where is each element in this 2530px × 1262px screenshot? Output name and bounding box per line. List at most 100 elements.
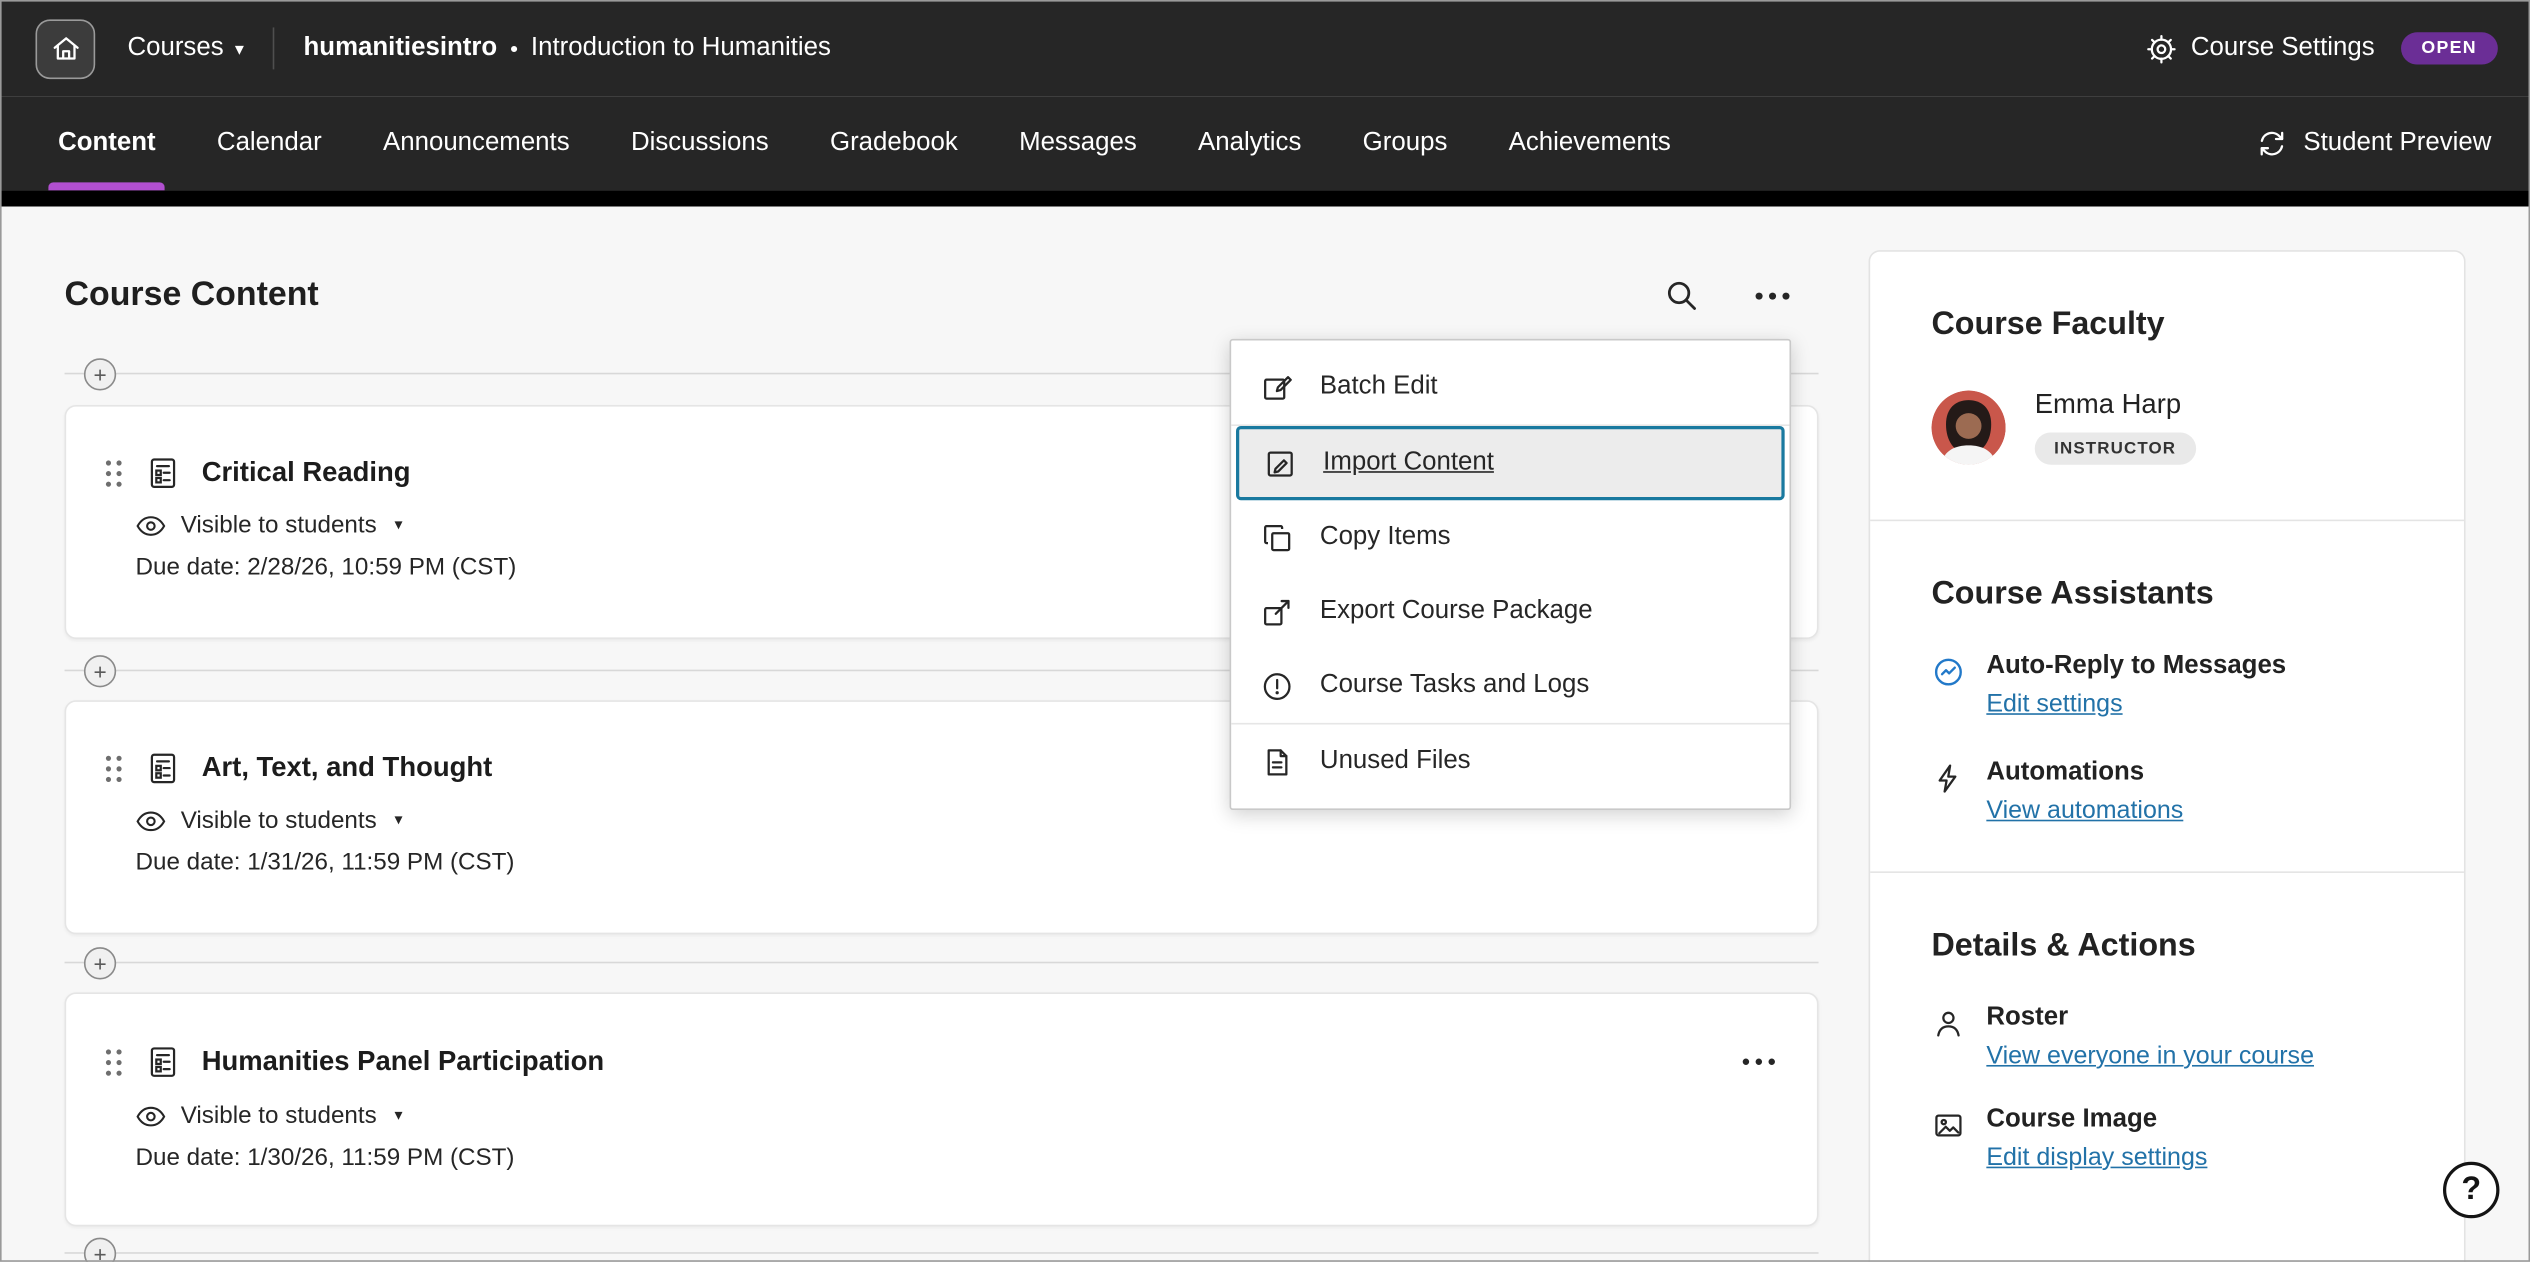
due-date: Due date: 1/30/26, 11:59 PM (CST) [136, 1144, 1817, 1171]
drag-handle[interactable] [102, 751, 126, 785]
assistant-title: Automations [1986, 758, 2183, 787]
add-content-button[interactable]: + [84, 947, 116, 979]
content-options-menu: Batch Edit Import Content Copy Items [1230, 339, 1792, 810]
menu-item-course-tasks-and-logs[interactable]: Course Tasks and Logs [1231, 649, 1789, 723]
courses-menu-button[interactable]: Courses ▾ [127, 34, 243, 63]
tab-analytics[interactable]: Analytics [1198, 97, 1301, 191]
card-options-ellipsis-button[interactable] [1739, 1042, 1778, 1081]
view-automations-link[interactable]: View automations [1986, 797, 2183, 826]
tab-label: Discussions [631, 129, 769, 158]
avatar [1931, 390, 2005, 464]
eye-icon [136, 514, 167, 537]
role-badge: INSTRUCTOR [2035, 432, 2196, 464]
faculty-member: Emma Harp INSTRUCTOR [1931, 389, 2402, 465]
tab-messages[interactable]: Messages [1019, 97, 1137, 191]
view-everyone-link[interactable]: View everyone in your course [1986, 1042, 2314, 1071]
batch-edit-icon [1260, 370, 1297, 404]
tab-label: Announcements [383, 129, 570, 158]
tab-label: Calendar [217, 129, 322, 158]
course-id: humanitiesintro [304, 34, 498, 63]
home-icon [49, 32, 81, 64]
menu-item-copy-items[interactable]: Copy Items [1231, 500, 1789, 574]
search-button[interactable] [1660, 274, 1702, 316]
menu-item-export-course-package[interactable]: Export Course Package [1231, 574, 1789, 648]
courses-label: Courses [127, 34, 223, 63]
edit-settings-link[interactable]: Edit settings [1986, 691, 2122, 720]
due-date: Due date: 1/31/26, 11:59 PM (CST) [136, 849, 1817, 876]
course-settings-button[interactable]: Course Settings [2144, 31, 2374, 65]
add-content-separator: + [65, 1238, 1819, 1262]
menu-item-label: Copy Items [1320, 523, 1451, 552]
tab-achievements[interactable]: Achievements [1509, 97, 1671, 191]
page-title: Course Content [65, 276, 319, 315]
menu-item-batch-edit[interactable]: Batch Edit [1231, 350, 1789, 424]
details-actions-heading: Details & Actions [1931, 928, 2402, 965]
tab-groups[interactable]: Groups [1363, 97, 1448, 191]
course-assistants-heading: Course Assistants [1931, 576, 2402, 613]
content-options-ellipsis-button[interactable] [1751, 274, 1793, 316]
eye-icon [136, 809, 167, 832]
lms-course-page: Courses ▾ humanitiesintro • Introduction… [0, 0, 2530, 1262]
course-breadcrumb: humanitiesintro • Introduction to Humani… [304, 34, 831, 63]
menu-item-import-content[interactable]: Import Content [1236, 426, 1785, 500]
course-title: Introduction to Humanities [531, 34, 831, 63]
student-preview-button[interactable]: Student Preview [2257, 97, 2492, 191]
caret-down-icon: ▾ [394, 516, 402, 534]
open-status-badge[interactable]: OPEN [2400, 32, 2497, 64]
tab-label: Achievements [1509, 129, 1671, 158]
course-tabs-bar: Content Calendar Announcements Discussio… [0, 97, 2530, 191]
add-content-button[interactable]: + [84, 358, 116, 390]
add-content-button[interactable]: + [84, 655, 116, 687]
eye-icon [136, 1105, 167, 1128]
tab-calendar[interactable]: Calendar [217, 97, 322, 191]
topbar-divider [273, 27, 275, 69]
drag-handle[interactable] [102, 456, 126, 490]
visibility-dropdown[interactable]: Visible to students ▾ [136, 807, 1817, 834]
caret-down-icon: ▾ [394, 1107, 402, 1125]
assignment-icon [145, 750, 180, 785]
assignment-icon [145, 455, 180, 490]
caret-down-icon: ▾ [235, 41, 244, 59]
separator-line [65, 1252, 1819, 1254]
content-card: Humanities Panel Participation Visible t… [65, 992, 1819, 1226]
content-item-title[interactable]: Humanities Panel Participation [202, 1046, 604, 1078]
tab-gradebook[interactable]: Gradebook [830, 97, 958, 191]
separator-strip [0, 190, 2530, 206]
add-content-separator: + [65, 947, 1819, 979]
content-item-title[interactable]: Art, Text, and Thought [202, 752, 493, 784]
import-content-icon [1263, 446, 1300, 480]
export-package-icon [1260, 595, 1297, 629]
caret-down-icon: ▾ [394, 812, 402, 830]
tasks-logs-icon [1260, 669, 1297, 703]
assistant-row-auto-reply: Auto-Reply to Messages Edit settings [1931, 652, 2402, 720]
tab-label: Analytics [1198, 129, 1301, 158]
tab-label: Groups [1363, 129, 1448, 158]
help-button[interactable]: ? [2443, 1162, 2499, 1218]
copy-items-icon [1260, 520, 1297, 554]
menu-item-unused-files[interactable]: Unused Files [1231, 725, 1789, 799]
menu-item-label: Course Tasks and Logs [1320, 671, 1589, 700]
drag-handle[interactable] [102, 1045, 126, 1079]
course-details-sidebar: Course Faculty Emma Harp INSTRUCTOR Cour… [1869, 250, 2466, 1262]
separator-line [65, 962, 1819, 964]
tab-content[interactable]: Content [58, 97, 156, 191]
auto-reply-icon [1931, 655, 1965, 689]
faculty-name: Emma Harp [2035, 389, 2196, 421]
tab-announcements[interactable]: Announcements [383, 97, 570, 191]
tab-label: Gradebook [830, 129, 958, 158]
add-content-button[interactable]: + [84, 1238, 116, 1262]
tab-discussions[interactable]: Discussions [631, 97, 769, 191]
sidebar-divider [1870, 871, 2464, 873]
content-item-title[interactable]: Critical Reading [202, 457, 411, 489]
breadcrumb-separator: • [510, 35, 518, 61]
details-row-course-image: Course Image Edit display settings [1931, 1105, 2402, 1173]
home-button[interactable] [35, 19, 95, 79]
visibility-dropdown[interactable]: Visible to students ▾ [136, 1102, 1817, 1129]
edit-display-settings-link[interactable]: Edit display settings [1986, 1144, 2207, 1173]
course-image-icon [1931, 1109, 1965, 1143]
student-preview-icon [2257, 127, 2289, 159]
menu-item-label: Export Course Package [1320, 597, 1593, 626]
unused-files-icon [1260, 745, 1297, 779]
roster-icon [1931, 1007, 1965, 1041]
visibility-label: Visible to students [181, 1102, 377, 1129]
